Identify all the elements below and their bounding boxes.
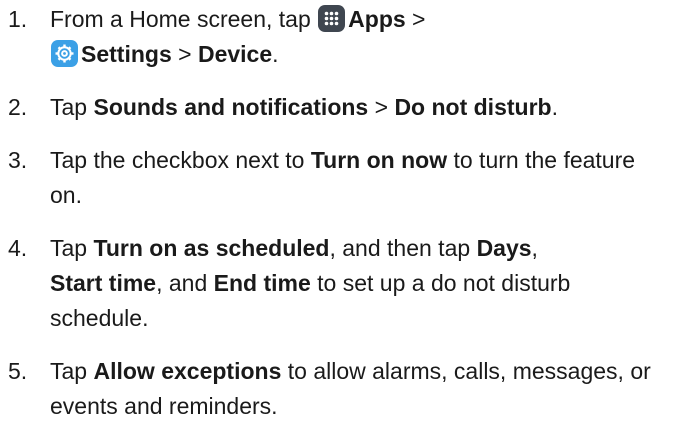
step-text-run: > <box>368 94 395 120</box>
step-2: 2. Tap Sounds and notifications > Do not… <box>0 90 673 125</box>
step-1: 1. From a Home screen, tap Apps > Setting… <box>0 2 673 72</box>
step-number: 2. <box>8 94 28 120</box>
apps-icon <box>318 5 346 32</box>
step-text-run: Tap the checkbox next to <box>50 147 311 173</box>
instructions-page: 1. From a Home screen, tap Apps > Setting… <box>0 0 673 438</box>
step-bold-term: Allow exceptions <box>93 358 282 384</box>
step-text-run: From a Home screen, tap <box>50 6 318 32</box>
step-text-run: , and <box>156 270 214 296</box>
step-text: Tap the checkbox next to Turn on now to … <box>50 147 635 208</box>
step-bold-term: Device <box>197 41 273 67</box>
step-text-run: Tap <box>50 358 94 384</box>
step-4: 4. Tap Turn on as scheduled, and then ta… <box>0 231 673 336</box>
step-3: 3. Tap the checkbox next to Turn on now … <box>0 143 673 213</box>
step-bold-term: Turn on as scheduled <box>93 235 330 261</box>
step-bold-term: Start time <box>50 270 157 296</box>
step-bold-term: Settings <box>81 41 172 67</box>
step-number: 5. <box>8 358 28 384</box>
settings-icon <box>51 40 78 67</box>
step-5: 5. Tap Allow exceptions to allow alarms,… <box>0 354 673 424</box>
steps-list: 1. From a Home screen, tap Apps > Setting… <box>0 2 673 424</box>
step-text-run: Tap <box>50 235 94 261</box>
step-text-run: , <box>531 235 538 261</box>
step-text: Tap Allow exceptions to allow alarms, ca… <box>50 358 651 419</box>
step-text-run: , and then tap <box>329 235 477 261</box>
step-bold-term: End time <box>213 270 311 296</box>
step-text-run: . <box>551 94 558 120</box>
step-bold-term: Turn on now <box>310 147 448 173</box>
step-text-run: > <box>405 6 426 32</box>
step-number: 4. <box>8 235 28 261</box>
step-bold-term: Apps <box>348 6 406 32</box>
step-bold-term: Days <box>476 235 532 261</box>
step-text: Tap Sounds and notifications > Do not di… <box>50 94 558 120</box>
step-text-run: . <box>272 41 279 67</box>
step-number: 1. <box>8 6 28 32</box>
step-bold-term: Sounds and notifications <box>93 94 369 120</box>
step-number: 3. <box>8 147 28 173</box>
step-text-run: Tap <box>50 94 94 120</box>
step-text-run: > <box>171 41 198 67</box>
step-text: Tap Turn on as scheduled, and then tap D… <box>50 235 570 331</box>
step-text: From a Home screen, tap Apps > Settings >… <box>50 5 426 67</box>
step-bold-term: Do not disturb <box>394 94 552 120</box>
